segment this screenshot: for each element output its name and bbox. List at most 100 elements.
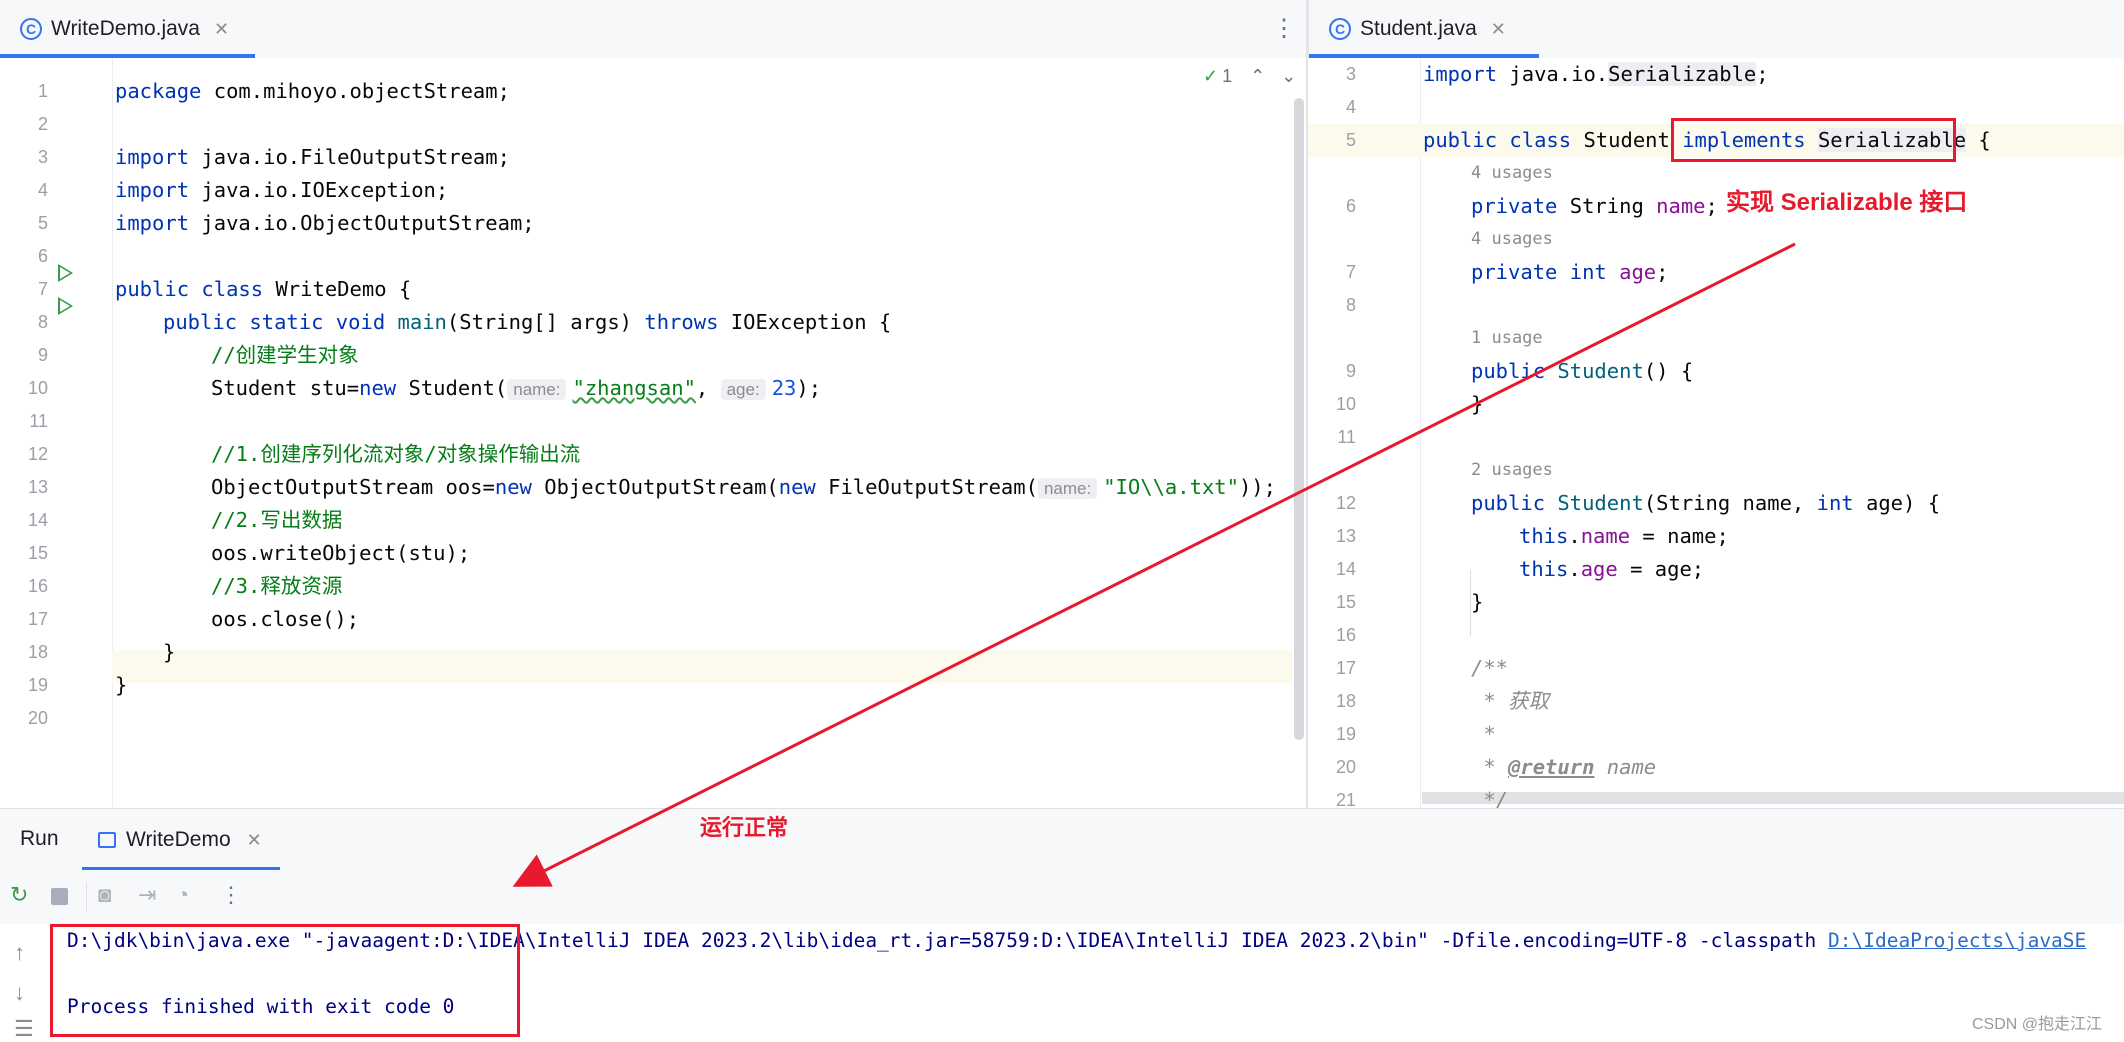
line-number: 13 xyxy=(27,477,48,497)
camera-icon[interactable]: ◙ xyxy=(98,882,111,908)
line-number: 16 xyxy=(1335,625,1356,645)
usages-hint[interactable]: 1 usage xyxy=(1471,322,1543,355)
line-number: 11 xyxy=(1337,427,1356,447)
code-line: import java.io.ObjectOutputStream; xyxy=(115,211,535,235)
line-number: 4 xyxy=(37,180,48,200)
right-tab-bar: C Student.java ✕ xyxy=(1308,0,2124,59)
run-main-icon[interactable] xyxy=(58,297,73,315)
annotation-box-implements xyxy=(1671,118,1956,162)
line-number: 7 xyxy=(1345,262,1356,282)
code-line: } xyxy=(115,673,128,697)
line-number: 8 xyxy=(37,312,48,332)
toolbar-separator xyxy=(86,882,87,912)
line-number: 15 xyxy=(1335,592,1356,612)
code-line: private int age; xyxy=(1471,260,1669,284)
param-hint: name: xyxy=(1037,478,1098,499)
line-number: 17 xyxy=(27,609,48,629)
code-comment: //2.写出数据 xyxy=(211,508,343,532)
scroll-down-icon[interactable]: ↓ xyxy=(14,980,25,1006)
rerun-icon[interactable]: ↻ xyxy=(10,882,28,908)
line-number: 20 xyxy=(27,708,48,728)
line-number: 5 xyxy=(37,213,48,233)
code-line: this.name = name; xyxy=(1519,524,1729,548)
code-comment: //1.创建序列化流对象/对象操作输出流 xyxy=(211,442,581,466)
close-icon[interactable]: ✕ xyxy=(1491,19,1506,40)
line-number: 13 xyxy=(1335,526,1356,546)
code-line: Student stu=new Student(name: "zhangsan",… xyxy=(211,376,822,400)
run-panel-title[interactable]: Run xyxy=(20,827,59,851)
tab-writedemo-label: WriteDemo.java xyxy=(51,17,200,40)
usages-hint[interactable]: 4 usages xyxy=(1471,157,1553,190)
code-line: public Student(String name, int age) { xyxy=(1471,491,1941,515)
line-number: 5 xyxy=(1345,130,1356,150)
line-number: 9 xyxy=(37,345,48,365)
line-number: 14 xyxy=(27,510,48,530)
classpath-link[interactable]: D:\IdeaProjects\javaSE xyxy=(1828,929,2086,952)
run-class-icon[interactable] xyxy=(58,264,73,282)
code-line: import java.io.Serializable; xyxy=(1423,62,1769,86)
doc-comment: * xyxy=(1471,722,1496,746)
code-line: import java.io.FileOutputStream; xyxy=(115,145,510,169)
code-line: package com.mihoyo.objectStream; xyxy=(115,79,510,103)
scroll-up-icon[interactable]: ↑ xyxy=(14,940,25,966)
code-line: } xyxy=(1471,590,1484,614)
tab-student-label: Student.java xyxy=(1360,17,1477,40)
param-hint: age: xyxy=(720,379,766,400)
line-number: 16 xyxy=(27,576,48,596)
code-line: private String name; xyxy=(1471,194,1718,218)
code-line: } xyxy=(1471,392,1484,416)
code-comment: //3.释放资源 xyxy=(211,574,343,598)
app-window-icon xyxy=(98,832,116,848)
profiler-icon[interactable]: ◔ xyxy=(176,882,189,908)
annotation-run-note: 运行正常 xyxy=(700,815,789,840)
line-number: 14 xyxy=(1335,559,1356,579)
doc-comment: * 获取 xyxy=(1471,689,1550,713)
line-number: 8 xyxy=(1345,295,1356,315)
line-number: 3 xyxy=(37,147,48,167)
more-options-icon[interactable]: ⋮ xyxy=(220,882,242,908)
left-code[interactable]: package com.mihoyo.objectStream; import … xyxy=(115,58,1285,808)
line-number: 4 xyxy=(1345,97,1356,117)
stop-icon[interactable] xyxy=(51,888,68,905)
usages-hint[interactable]: 4 usages xyxy=(1471,223,1553,256)
line-number: 21 xyxy=(1335,790,1356,808)
code-line: import java.io.IOException; xyxy=(115,178,449,202)
line-number: 15 xyxy=(27,543,48,563)
tab-run-writedemo[interactable]: WriteDemo ✕ xyxy=(82,809,280,871)
import-icon[interactable]: ⇥ xyxy=(138,882,156,908)
code-line: public class WriteDemo { xyxy=(115,277,412,301)
annotation-box-console xyxy=(50,924,520,1037)
code-line: } xyxy=(163,640,176,664)
code-comment: //创建学生对象 xyxy=(211,343,359,367)
doc-comment: * @return name xyxy=(1471,755,1657,779)
left-editor[interactable]: 1 2 3 4 5 6 7 8 9 10 11 12 13 14 15 16 1… xyxy=(0,58,1306,808)
code-line: this.age = age; xyxy=(1519,557,1705,581)
run-tab-label: WriteDemo xyxy=(126,828,231,851)
run-toolbar: ↻ ◙ ⇥ ◔ ⋮ xyxy=(0,870,2124,925)
class-icon: C xyxy=(20,18,42,40)
line-number: 19 xyxy=(27,675,48,695)
soft-wrap-icon[interactable]: ☰ xyxy=(14,1016,34,1042)
line-number: 12 xyxy=(1335,493,1356,513)
close-icon[interactable]: ✕ xyxy=(247,830,262,851)
doc-comment: */ xyxy=(1471,788,1509,808)
tab-student[interactable]: C Student.java ✕ xyxy=(1309,0,1539,58)
left-scrollbar[interactable] xyxy=(1294,98,1304,740)
line-number: 11 xyxy=(29,411,48,431)
line-number: 12 xyxy=(27,444,48,464)
line-number: 17 xyxy=(1335,658,1356,678)
more-options-icon[interactable]: ⋮ xyxy=(1272,14,1296,43)
right-editor[interactable]: 3 4 5 6 7 8 9 10 11 12 13 14 15 16 17 18… xyxy=(1308,58,2124,808)
line-number: 9 xyxy=(1345,361,1356,381)
annotation-implement-note: 实现 Serializable 接口 xyxy=(1726,189,1968,216)
line-number: 10 xyxy=(27,378,48,398)
code-line: public Student() { xyxy=(1471,359,1694,383)
code-line: oos.writeObject(stu); xyxy=(211,541,471,565)
line-number: 10 xyxy=(1335,394,1356,414)
close-icon[interactable]: ✕ xyxy=(214,19,229,40)
usages-hint[interactable]: 2 usages xyxy=(1471,454,1553,487)
code-line: oos.close(); xyxy=(211,607,360,631)
right-code[interactable]: import java.io.Serializable; public clas… xyxy=(1423,58,2123,808)
param-hint: name: xyxy=(507,379,567,400)
tab-writedemo[interactable]: C WriteDemo.java ✕ xyxy=(0,0,255,58)
